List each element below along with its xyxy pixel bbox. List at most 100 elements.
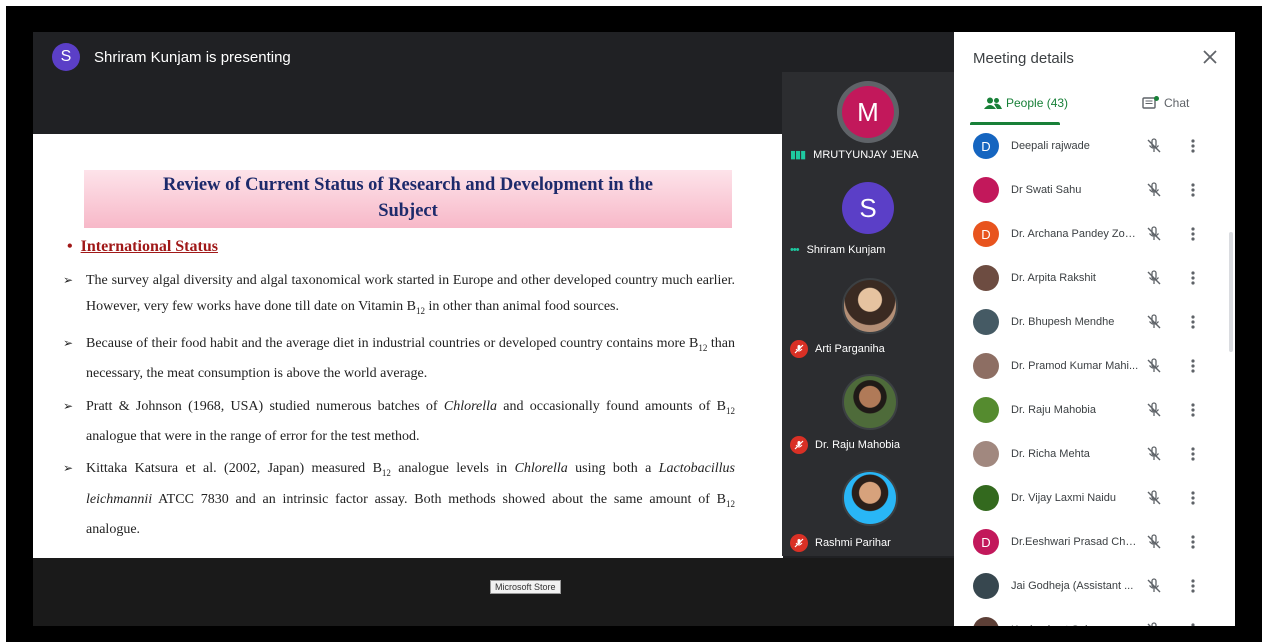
participant-avatar <box>973 353 999 379</box>
participant-row[interactable]: D Dr.Eeshwari Prasad Che... <box>954 520 1235 564</box>
tile-name-row: ▮▮▮ MRUTYUNJAY JENA <box>790 148 919 162</box>
bullet-text: and occasionally found amounts of B <box>497 398 726 414</box>
section-heading-text: International Status <box>80 238 218 255</box>
tab-chat[interactable]: Chat <box>1142 96 1189 110</box>
mic-off-icon <box>1145 181 1163 199</box>
tile-name-row: Dr. Raju Mahobia <box>790 436 900 454</box>
participant-name: Dr. Raju Mahobia <box>1011 404 1096 416</box>
more-options-icon[interactable] <box>1188 445 1198 463</box>
participant-avatar <box>973 265 999 291</box>
mic-off-icon <box>1145 357 1163 375</box>
participant-row[interactable]: D Deepali rajwade <box>954 124 1235 168</box>
mic-off-icon <box>790 436 808 454</box>
arrow-bullet-icon: ➢ <box>63 335 74 350</box>
participant-name: Keshavkant Sahu <box>1011 624 1139 626</box>
participant-name: Jai Godheja (Assistant ... <box>1011 580 1134 592</box>
mic-off-icon <box>1145 225 1163 243</box>
italic-term: Chlorella <box>443 398 498 414</box>
tile-photo-avatar <box>842 470 898 526</box>
more-options-icon[interactable] <box>1188 313 1198 331</box>
italic-term: Chlorella <box>514 461 568 477</box>
more-options-icon[interactable] <box>1188 577 1198 595</box>
tile-avatar: M <box>842 86 894 138</box>
participant-row[interactable]: Jai Godheja (Assistant ... <box>954 564 1235 608</box>
slide-title-line-2: Subject <box>378 201 438 221</box>
mic-off-icon <box>1145 269 1163 287</box>
more-options-icon[interactable] <box>1188 225 1198 243</box>
participant-name: Dr.Eeshwari Prasad Che... <box>1011 536 1139 548</box>
more-options-icon[interactable] <box>1188 621 1198 626</box>
bullet-text: analogue levels in <box>390 461 515 477</box>
tile-participant[interactable]: Arti Parganiha <box>782 266 955 362</box>
tile-participant[interactable]: Dr. Raju Mahobia <box>782 362 955 458</box>
participant-row[interactable]: D Dr. Archana Pandey Zoo... <box>954 212 1235 256</box>
participant-row[interactable]: Dr. Arpita Rakshit <box>954 256 1235 300</box>
arrow-bullet-icon: ➢ <box>63 273 74 287</box>
people-icon <box>984 97 1002 109</box>
tile-avatar: S <box>842 182 894 234</box>
tile-name: Arti Parganiha <box>815 343 885 355</box>
participant-row[interactable]: Dr. Raju Mahobia <box>954 388 1235 432</box>
tile-name-row: Rashmi Parihar <box>790 534 891 552</box>
tab-chat-label: Chat <box>1164 96 1190 110</box>
microsoft-store-tooltip: Microsoft Store <box>490 580 561 594</box>
more-options-icon[interactable] <box>1188 533 1198 551</box>
tile-participant[interactable]: S ••• Shriram Kunjam <box>782 168 955 266</box>
more-options-icon[interactable] <box>1188 489 1198 507</box>
participant-avatar: D <box>973 529 999 555</box>
participant-name: Deepali rajwade <box>1011 140 1090 152</box>
tile-photo-avatar <box>842 374 898 430</box>
participant-name: Dr. Archana Pandey Zoo... <box>1011 228 1139 240</box>
participant-row[interactable]: Dr. Vijay Laxmi Naidu <box>954 476 1235 520</box>
chat-icon <box>1142 96 1159 109</box>
bullet-text: Because of their food habit and the aver… <box>86 335 699 351</box>
mic-off-icon <box>1145 445 1163 463</box>
participant-row[interactable]: Keshavkant Sahu <box>954 608 1235 626</box>
scrollbar[interactable] <box>1229 232 1233 352</box>
participant-row[interactable]: Dr. Richa Mehta <box>954 432 1235 476</box>
meeting-details-panel: Meeting details People (43) Chat D Deepal… <box>954 32 1235 626</box>
mic-off-icon <box>1145 577 1163 595</box>
tile-photo-avatar <box>842 278 898 334</box>
presentation-slide: Review of Current Status of Research and… <box>33 134 783 558</box>
more-options-icon[interactable] <box>1188 181 1198 199</box>
subscript: 12 <box>415 305 425 316</box>
panel-tabs: People (43) Chat <box>954 88 1235 125</box>
bullet-item: ➢ Pratt & Johnson (1968, USA) studied nu… <box>63 394 735 450</box>
subscript: 12 <box>698 342 708 353</box>
participant-avatar <box>973 617 999 626</box>
bullet-text: The survey algal diversity and algal tax… <box>86 273 735 314</box>
more-options-icon[interactable] <box>1188 137 1198 155</box>
tile-name-row: ••• Shriram Kunjam <box>790 244 885 256</box>
presenter-label: Shriram Kunjam is presenting <box>94 48 291 66</box>
participant-row[interactable]: Dr. Pramod Kumar Mahi... <box>954 344 1235 388</box>
tile-participant[interactable]: Rashmi Parihar <box>782 458 955 556</box>
tile-name: MRUTYUNJAY JENA <box>813 148 919 161</box>
participant-avatar <box>973 397 999 423</box>
section-bullet: • <box>67 238 73 255</box>
close-icon[interactable] <box>1199 46 1221 68</box>
tab-people-label: People (43) <box>1006 96 1069 110</box>
participant-avatar <box>973 309 999 335</box>
participant-row[interactable]: Dr. Bhupesh Mendhe <box>954 300 1235 344</box>
slide-title: Review of Current Status of Research and… <box>84 170 732 228</box>
participant-tiles: M ▮▮▮ MRUTYUNJAY JENA S ••• Shriram Kunj… <box>782 72 955 556</box>
bullet-text: Kittaka Katsura et al. (2002, Japan) mea… <box>86 461 382 477</box>
bullet-text: Pratt & Johnson (1968, USA) studied nume… <box>86 398 444 414</box>
participant-name: Dr. Richa Mehta <box>1011 448 1090 460</box>
participant-row[interactable]: Dr Swati Sahu <box>954 168 1235 212</box>
participant-avatar: D <box>973 133 999 159</box>
more-options-icon[interactable] <box>1188 357 1198 375</box>
tile-participant[interactable]: M ▮▮▮ MRUTYUNJAY JENA <box>782 72 955 168</box>
subscript: 12 <box>726 405 735 416</box>
section-heading: • International Status <box>67 238 218 256</box>
speaking-indicator-icon: ▮▮▮ <box>790 149 806 161</box>
tab-people[interactable]: People (43) <box>984 96 1068 110</box>
participant-avatar <box>973 177 999 203</box>
participant-avatar <box>973 485 999 511</box>
slide-title-line-1: Review of Current Status of Research and… <box>162 175 654 195</box>
more-options-icon[interactable] <box>1188 269 1198 287</box>
tile-name: Rashmi Parihar <box>815 537 891 549</box>
bullet-item: ➢ Because of their food habit and the av… <box>63 331 735 387</box>
more-options-icon[interactable] <box>1188 401 1198 419</box>
